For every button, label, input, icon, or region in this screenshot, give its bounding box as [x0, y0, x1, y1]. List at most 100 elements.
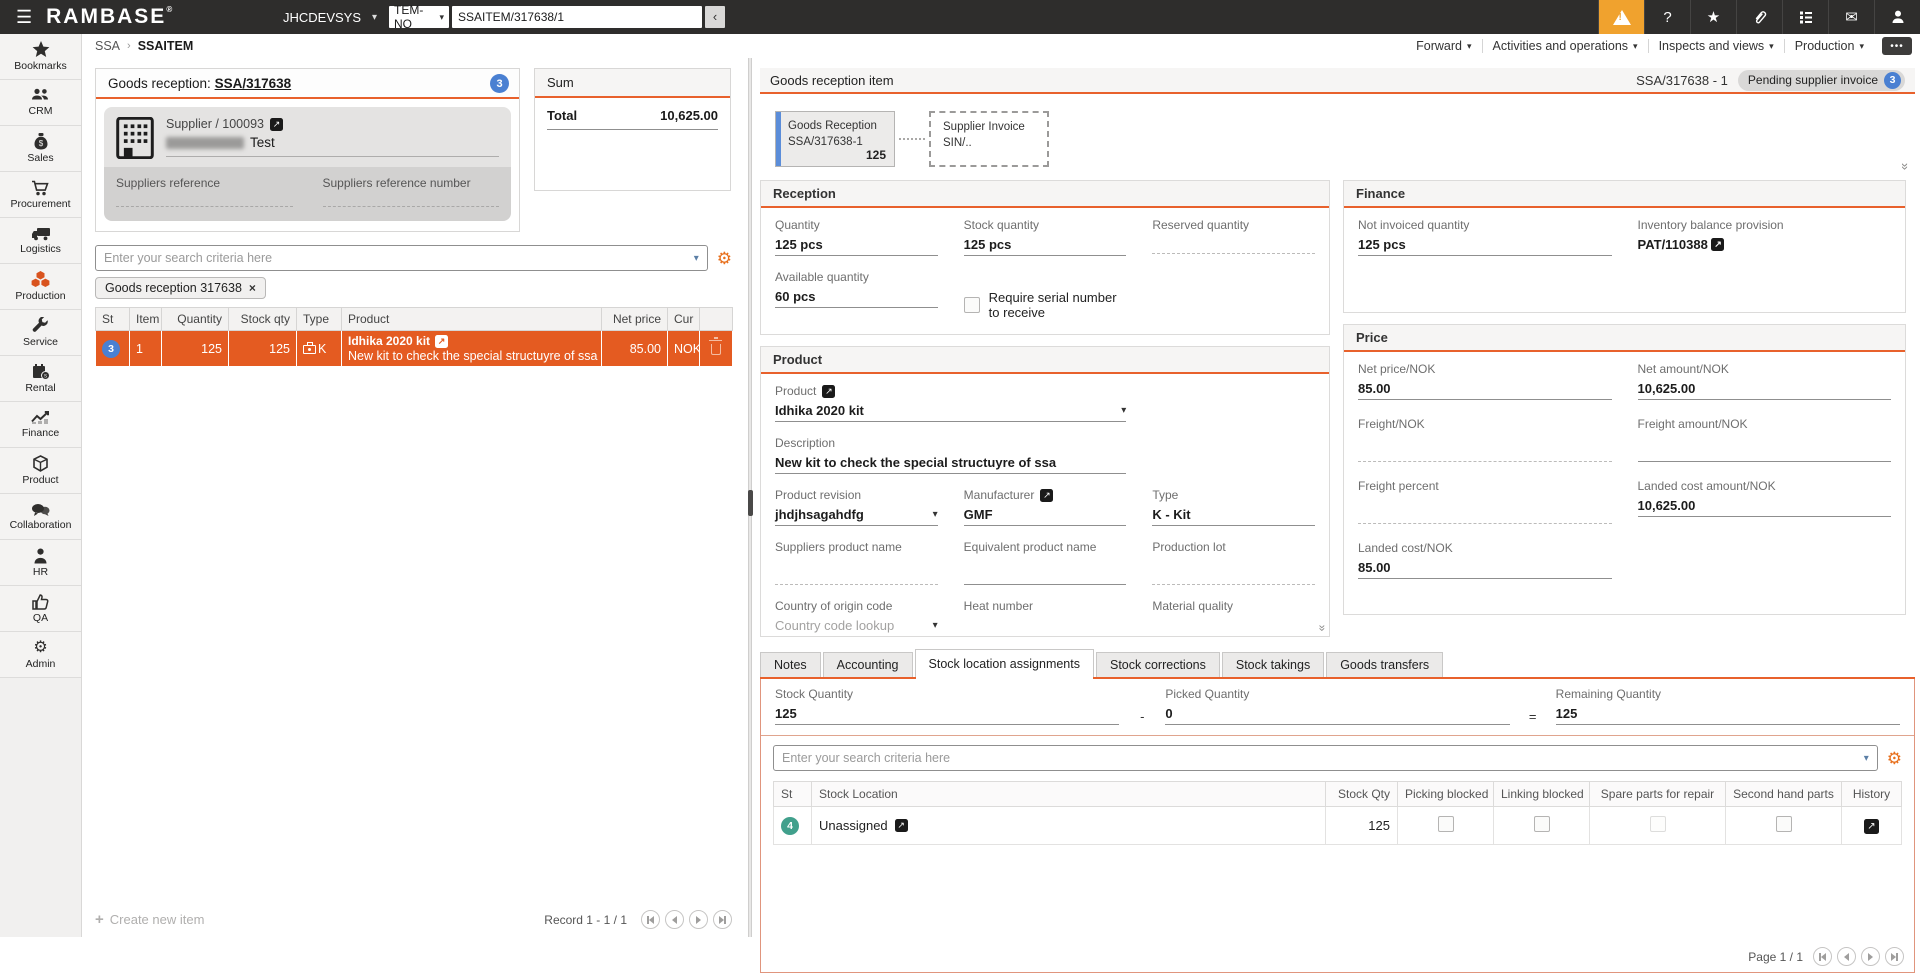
- linking-blocked-checkbox[interactable]: [1534, 816, 1550, 832]
- equivalent-product-name-field[interactable]: Equivalent product name: [964, 540, 1127, 585]
- col-history[interactable]: History: [1842, 782, 1902, 807]
- col-item[interactable]: Item: [130, 308, 162, 331]
- spare-parts-checkbox[interactable]: [1650, 816, 1666, 832]
- col-stock-location[interactable]: Stock Location: [812, 782, 1326, 807]
- next-page-button[interactable]: [689, 910, 708, 929]
- landed-cost-amount-field[interactable]: Landed cost amount/NOK 10,625.00: [1638, 479, 1892, 524]
- sidebar-item-qa[interactable]: QA: [0, 586, 81, 632]
- sidebar-item-bookmarks[interactable]: Bookmarks: [0, 34, 81, 80]
- sidebar-item-product[interactable]: Product: [0, 448, 81, 494]
- production-lot-field[interactable]: Production lot: [1152, 540, 1315, 585]
- activities-menu[interactable]: Activities and operations▾: [1482, 39, 1648, 53]
- stock-search-caret-icon[interactable]: ▾: [1864, 753, 1869, 764]
- more-actions-button[interactable]: •••: [1882, 37, 1912, 55]
- scroll-more-chevron-icon[interactable]: »: [1316, 625, 1330, 630]
- type-field[interactable]: Type K - Kit: [1152, 488, 1315, 526]
- sidebar-item-crm[interactable]: CRM: [0, 80, 81, 126]
- col-net-price[interactable]: Net price: [602, 308, 668, 331]
- sidebar-item-finance[interactable]: Finance: [0, 402, 81, 448]
- stock-location-search-input[interactable]: [782, 751, 1858, 765]
- picking-blocked-checkbox[interactable]: [1438, 816, 1454, 832]
- delete-row-trash-icon[interactable]: [711, 344, 721, 355]
- system-name[interactable]: JHCDEVSYS: [283, 10, 361, 25]
- tab-notes[interactable]: Notes: [760, 652, 821, 677]
- net-price-field[interactable]: Net price/NOK 85.00: [1358, 362, 1612, 400]
- stock-location-row[interactable]: 4 Unassigned↗ 125 ↗: [774, 807, 1902, 845]
- tab-stock-corrections[interactable]: Stock corrections: [1096, 652, 1220, 677]
- sidebar-item-procurement[interactable]: Procurement: [0, 172, 81, 218]
- pane-splitter[interactable]: [748, 58, 752, 937]
- table-row-selected[interactable]: 3 1 125 125 K Idhika 2020 kit↗ New kit t…: [96, 331, 733, 367]
- freight-field[interactable]: Freight/NOK: [1358, 417, 1612, 462]
- row-product-name[interactable]: Idhika 2020 kit: [348, 334, 430, 348]
- sidebar-item-collaboration[interactable]: Collaboration: [0, 494, 81, 540]
- col-picking-blocked[interactable]: Picking blocked: [1398, 782, 1494, 807]
- col-linking-blocked[interactable]: Linking blocked: [1494, 782, 1590, 807]
- material-quality-field[interactable]: Material quality: [1152, 599, 1315, 637]
- search-dropdown-caret-icon[interactable]: ▾: [694, 253, 699, 264]
- coo-caret-icon[interactable]: ▾: [933, 620, 938, 631]
- col-st[interactable]: St: [774, 782, 812, 807]
- doc-type-selector[interactable]: TEM-NO ▾: [389, 6, 449, 28]
- second-hand-checkbox[interactable]: [1776, 816, 1792, 832]
- search-settings-gear-icon[interactable]: ⚙: [717, 250, 732, 267]
- product-field[interactable]: Product↗ Idhika 2020 kit▾: [775, 384, 1126, 422]
- product-external-link-icon[interactable]: ↗: [435, 335, 448, 348]
- user-button[interactable]: [1874, 0, 1920, 34]
- col-stock-qty[interactable]: Stock Qty: [1326, 782, 1398, 807]
- items-search-box[interactable]: ▾: [95, 245, 708, 271]
- stock-search-gear-icon[interactable]: ⚙: [1887, 750, 1902, 767]
- reserved-quantity-field[interactable]: Reserved quantity: [1152, 218, 1315, 256]
- suppliers-reference-number-field[interactable]: Suppliers reference number: [323, 176, 500, 207]
- alerts-button[interactable]: [1598, 0, 1644, 34]
- heat-number-field[interactable]: Heat number: [964, 599, 1127, 637]
- tab-stock-location-assignments[interactable]: Stock location assignments: [915, 649, 1094, 677]
- tab-stock-takings[interactable]: Stock takings: [1222, 652, 1324, 677]
- sidebar-item-sales[interactable]: $ Sales: [0, 126, 81, 172]
- attachments-button[interactable]: [1736, 0, 1782, 34]
- manufacturer-link-icon[interactable]: ↗: [1040, 489, 1053, 502]
- suppliers-reference-field[interactable]: Suppliers reference: [116, 176, 293, 207]
- flow-collapse-chevron-icon[interactable]: »: [1898, 163, 1913, 168]
- global-search-input[interactable]: [452, 6, 702, 28]
- prev-page-button[interactable]: [665, 910, 684, 929]
- col-type[interactable]: Type: [297, 308, 342, 331]
- country-of-origin-field[interactable]: Country of origin code Country code look…: [775, 599, 938, 637]
- flow-card-goods-reception[interactable]: Goods Reception SSA/317638-1 125: [775, 111, 895, 167]
- stock-location-link-icon[interactable]: ↗: [895, 819, 908, 832]
- col-product[interactable]: Product: [342, 308, 602, 331]
- product-caret-icon[interactable]: ▾: [1121, 405, 1126, 416]
- rambase-logo[interactable]: RAMBASE®: [46, 5, 174, 29]
- last-page-button[interactable]: [713, 910, 732, 929]
- col-st[interactable]: St: [96, 308, 130, 331]
- available-quantity-field[interactable]: Available quantity 60 pcs: [775, 270, 938, 320]
- product-link-icon[interactable]: ↗: [822, 385, 835, 398]
- messages-button[interactable]: ✉: [1828, 0, 1874, 34]
- quantity-field[interactable]: Quantity 125 pcs: [775, 218, 938, 256]
- inspects-menu[interactable]: Inspects and views▾: [1648, 39, 1784, 53]
- net-amount-field[interactable]: Net amount/NOK 10,625.00: [1638, 362, 1892, 400]
- help-button[interactable]: ?: [1644, 0, 1690, 34]
- search-back-button[interactable]: ‹: [705, 6, 725, 28]
- require-serial-checkbox[interactable]: [964, 297, 980, 313]
- tab-goods-transfers[interactable]: Goods transfers: [1326, 652, 1443, 677]
- col-spare-parts[interactable]: Spare parts for repair: [1590, 782, 1726, 807]
- stock-location-search-box[interactable]: ▾: [773, 745, 1878, 771]
- goods-reception-doc-link[interactable]: SSA/317638: [215, 76, 292, 91]
- system-caret-icon[interactable]: ▾: [372, 12, 377, 23]
- col-cur[interactable]: Cur: [668, 308, 700, 331]
- favorites-button[interactable]: ★: [1690, 0, 1736, 34]
- prev-page-button[interactable]: [1837, 947, 1856, 966]
- landed-cost-field[interactable]: Landed cost/NOK 85.00: [1358, 541, 1612, 579]
- not-invoiced-quantity-field[interactable]: Not invoiced quantity 125 pcs: [1358, 218, 1612, 256]
- revision-caret-icon[interactable]: ▾: [933, 509, 938, 520]
- col-quantity[interactable]: Quantity: [162, 308, 229, 331]
- freight-amount-field[interactable]: Freight amount/NOK: [1638, 417, 1892, 462]
- sidebar-item-service[interactable]: Service: [0, 310, 81, 356]
- stock-quantity-field[interactable]: Stock quantity 125 pcs: [964, 218, 1127, 256]
- col-stock-qty[interactable]: Stock qty: [229, 308, 297, 331]
- col-second-hand[interactable]: Second hand parts: [1726, 782, 1842, 807]
- sidebar-item-admin[interactable]: ⚙ Admin: [0, 632, 81, 678]
- sidebar-item-logistics[interactable]: Logistics: [0, 218, 81, 264]
- first-page-button[interactable]: [641, 910, 660, 929]
